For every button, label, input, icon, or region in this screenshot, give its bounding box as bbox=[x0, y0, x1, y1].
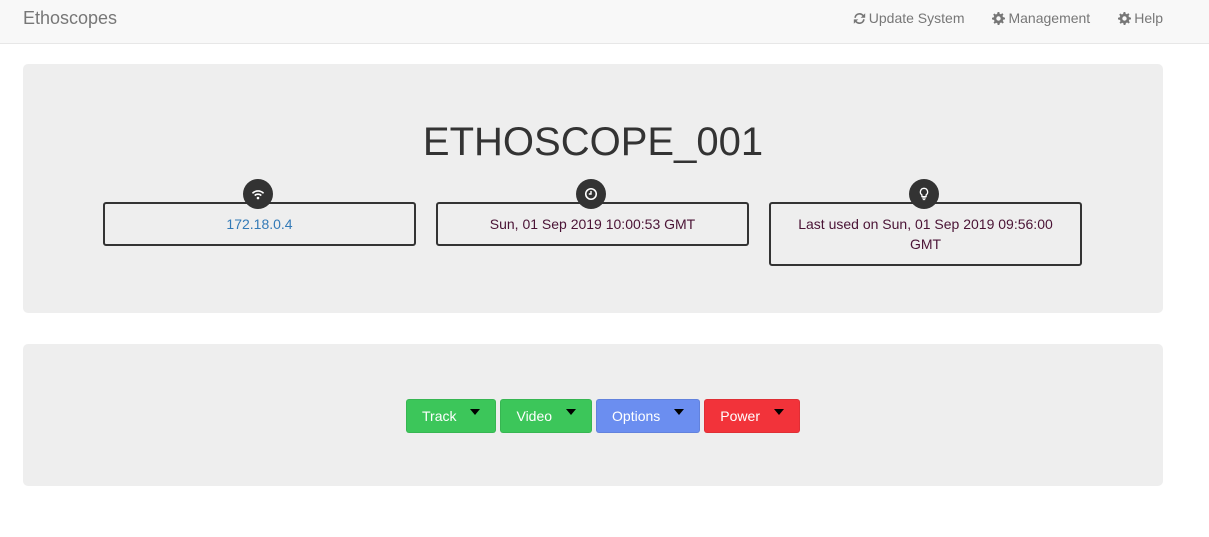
ip-card: 172.18.0.4 bbox=[103, 179, 416, 246]
lightbulb-icon bbox=[909, 179, 939, 209]
power-button-label: Power bbox=[720, 408, 760, 424]
caret-down-icon bbox=[773, 409, 784, 415]
last-used-text: Last used on Sun, 01 Sep 2019 09:56:00 G… bbox=[798, 216, 1053, 252]
caret-down-icon bbox=[470, 409, 481, 415]
wifi-icon bbox=[243, 179, 273, 209]
action-button-group: Track Video Options Power bbox=[406, 399, 800, 433]
update-system-link[interactable]: Update System bbox=[853, 10, 965, 26]
options-button-label: Options bbox=[612, 408, 661, 424]
caret-down-icon bbox=[674, 409, 685, 415]
last-used-card: Last used on Sun, 01 Sep 2019 09:56:00 G… bbox=[769, 179, 1082, 266]
update-system-label: Update System bbox=[868, 10, 965, 26]
device-time: Sun, 01 Sep 2019 10:00:53 GMT bbox=[489, 216, 696, 232]
options-dropdown-button[interactable]: Options bbox=[596, 399, 701, 433]
ip-address-link[interactable]: 172.18.0.4 bbox=[226, 216, 292, 232]
track-button-label: Track bbox=[422, 408, 457, 424]
time-card: Sun, 01 Sep 2019 10:00:53 GMT bbox=[436, 179, 749, 246]
device-info-panel: ETHOSCOPE_001 172.18.0.4 Sun, 01 Sep 201… bbox=[23, 64, 1163, 313]
brand-link[interactable]: Ethoscopes bbox=[23, 8, 117, 29]
nav-links: Update System Management Help bbox=[853, 10, 1163, 26]
help-link[interactable]: Help bbox=[1118, 10, 1163, 26]
management-label: Management bbox=[1008, 10, 1091, 26]
refresh-icon bbox=[853, 12, 865, 24]
actions-panel: Track Video Options Power bbox=[23, 344, 1163, 486]
gear-icon bbox=[1118, 11, 1132, 25]
clock-icon bbox=[576, 179, 606, 209]
help-label: Help bbox=[1134, 10, 1163, 26]
video-button-label: Video bbox=[516, 408, 553, 424]
power-dropdown-button[interactable]: Power bbox=[704, 399, 800, 433]
gear-icon bbox=[992, 11, 1006, 25]
top-navbar: Ethoscopes Update System Management Help bbox=[0, 0, 1209, 44]
track-dropdown-button[interactable]: Track bbox=[406, 399, 497, 433]
management-link[interactable]: Management bbox=[992, 10, 1090, 26]
caret-down-icon bbox=[566, 409, 577, 415]
video-dropdown-button[interactable]: Video bbox=[500, 399, 593, 433]
device-name-heading: ETHOSCOPE_001 bbox=[422, 120, 764, 164]
